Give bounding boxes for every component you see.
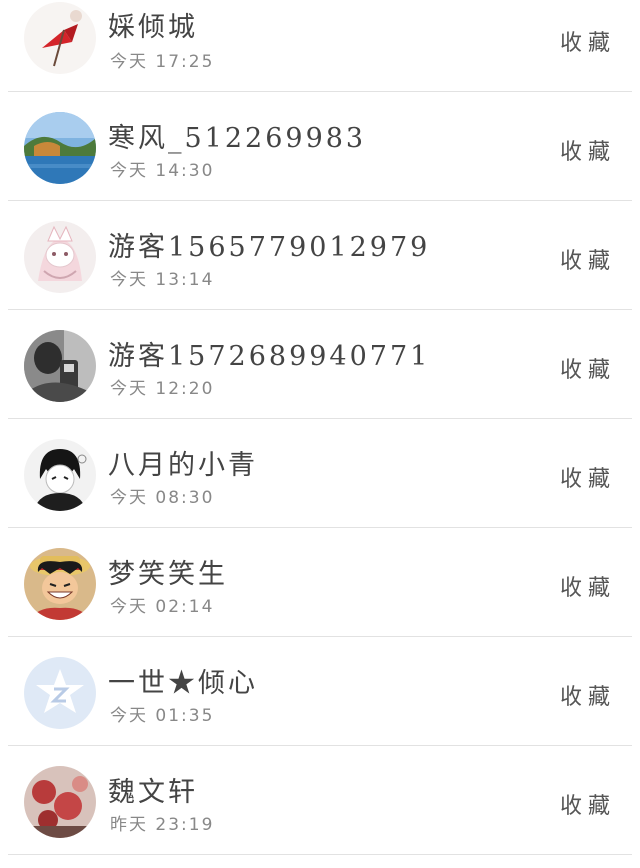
list-item[interactable]: 梦笑笑生 今天 02:14 收藏 [0, 528, 640, 637]
visitor-name: 婇倾城 [108, 12, 198, 43]
visitor-name: 魏文轩 [108, 777, 198, 808]
avatar[interactable] [24, 439, 96, 511]
visit-time: 今天 17:25 [110, 52, 215, 72]
visitor-name: 游客1565779012979 [108, 232, 431, 263]
list-item[interactable]: 寒风_512269983 今天 14:30 收藏 [0, 92, 640, 201]
visitor-name: 八月的小青 [108, 450, 258, 481]
visit-time: 今天 13:14 [110, 270, 215, 290]
visitor-name: 一世★倾心 [108, 668, 258, 699]
favorite-button[interactable]: 收藏 [560, 25, 616, 57]
visit-time: 今天 08:30 [110, 488, 215, 508]
visit-time: 今天 01:35 [110, 706, 215, 726]
avatar[interactable] [24, 657, 96, 729]
avatar[interactable] [24, 112, 96, 184]
avatar[interactable] [24, 766, 96, 838]
visitor-list: 婇倾城 今天 17:25 收藏 寒风_512269983 今天 14:30 收藏 [0, 0, 640, 868]
favorite-button[interactable]: 收藏 [560, 461, 616, 493]
avatar[interactable] [24, 221, 96, 293]
favorite-button[interactable]: 收藏 [560, 570, 616, 602]
visit-time: 今天 02:14 [110, 597, 215, 617]
favorite-button[interactable]: 收藏 [560, 788, 616, 820]
favorite-button[interactable]: 收藏 [560, 352, 616, 384]
list-item[interactable]: 婇倾城 今天 17:25 收藏 [0, 0, 640, 92]
list-item[interactable]: 一世★倾心 今天 01:35 收藏 [0, 637, 640, 746]
list-item[interactable]: 游客1572689940771 今天 12:20 收藏 [0, 310, 640, 419]
avatar[interactable] [24, 548, 96, 620]
visit-time: 今天 12:20 [110, 379, 215, 399]
avatar[interactable] [24, 2, 96, 74]
visit-time: 昨天 23:19 [110, 815, 215, 835]
visitor-name: 梦笑笑生 [108, 559, 228, 590]
visitor-name: 寒风_512269983 [108, 123, 367, 154]
avatar[interactable] [24, 330, 96, 402]
favorite-button[interactable]: 收藏 [560, 134, 616, 166]
visitor-name: 游客1572689940771 [108, 341, 431, 372]
list-item[interactable]: 游客1565779012979 今天 13:14 收藏 [0, 201, 640, 310]
favorite-button[interactable]: 收藏 [560, 243, 616, 275]
visit-time: 今天 14:30 [110, 161, 215, 181]
favorite-button[interactable]: 收藏 [560, 679, 616, 711]
divider [8, 854, 632, 855]
list-item[interactable]: 八月的小青 今天 08:30 收藏 [0, 419, 640, 528]
list-item[interactable]: 魏文轩 昨天 23:19 收藏 [0, 746, 640, 855]
